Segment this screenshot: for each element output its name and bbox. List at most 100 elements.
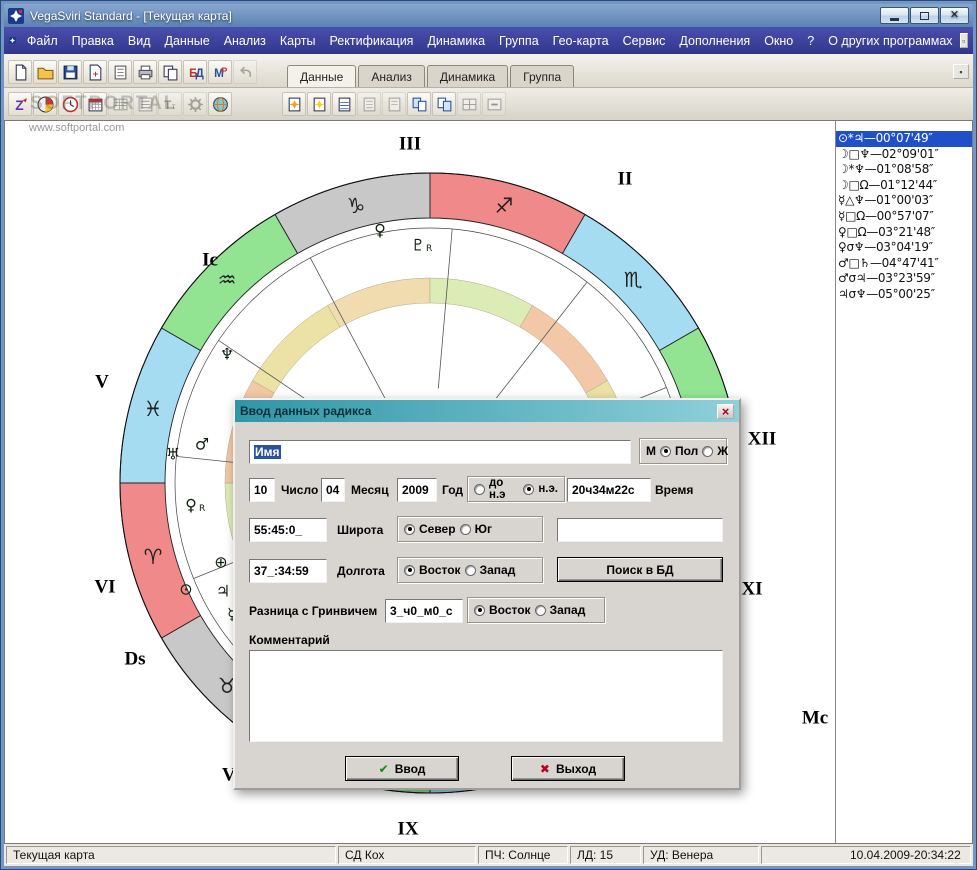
menu-item-1[interactable]: Правка <box>65 30 121 52</box>
menu-item-11[interactable]: Дополнения <box>672 30 757 52</box>
aspect-row-5[interactable]: ☿□Ω—00°57'07″ <box>836 209 972 225</box>
dialog-title-bar[interactable]: Ввод данных радикса × <box>235 400 739 422</box>
aspect-row-6[interactable]: ♀□Ω—03°21'48″ <box>836 225 972 241</box>
sheet-2-icon <box>388 97 400 111</box>
copy-pair-button[interactable] <box>407 92 431 116</box>
era-bc-radio[interactable] <box>474 483 485 495</box>
time-input[interactable]: 20ч34м22с <box>567 478 651 502</box>
svg-text:Z: Z <box>15 96 24 112</box>
table-button[interactable] <box>108 92 132 116</box>
toolbar-main: + БД МР Данные Анализ Динамика Группа ▪ <box>4 54 973 87</box>
settings-button[interactable] <box>183 92 207 116</box>
aspect-row-4[interactable]: ☿△♆—01°00'03″ <box>836 193 972 209</box>
radix-input-dialog: Ввод данных радикса × Имя М Пол Ж 10 Чис… <box>233 398 741 790</box>
map-button[interactable]: МР <box>208 60 232 84</box>
comment-textarea[interactable] <box>249 650 723 742</box>
ok-button[interactable]: ✔ Ввод <box>345 756 459 781</box>
dialog-body: Имя М Пол Ж 10 Число 04 Месяц 2009 Год д… <box>235 422 739 788</box>
menu-item-7[interactable]: Динамика <box>420 30 492 52</box>
database-letters-icon: БД <box>189 66 204 79</box>
copy-button[interactable] <box>158 60 182 84</box>
search-db-button[interactable]: Поиск в БД <box>557 557 723 582</box>
mdi-restore-button[interactable]: ▫ <box>959 33 968 48</box>
gmt-west-radio[interactable] <box>534 604 546 616</box>
calendar-button[interactable] <box>83 92 107 116</box>
maximize-icon <box>920 11 929 20</box>
collapse-button[interactable] <box>482 92 506 116</box>
menu-item-2[interactable]: Вид <box>121 30 158 52</box>
chart-star-2-button[interactable] <box>307 92 331 116</box>
menu-item-8[interactable]: Группа <box>492 30 546 52</box>
undo-button[interactable] <box>233 60 257 84</box>
maximize-button[interactable] <box>910 7 939 24</box>
longitude-input[interactable]: 37_:34:59 <box>249 559 327 583</box>
tab-2[interactable]: Динамика <box>426 65 509 87</box>
gmt-input[interactable]: 3_ч0_м0_с <box>385 599 463 623</box>
copy-pair-2-button[interactable] <box>432 92 456 116</box>
house-label-mc: Mc <box>802 708 828 729</box>
clock-button[interactable] <box>58 92 82 116</box>
year-input[interactable]: 2009 <box>397 478 437 502</box>
new-document-button[interactable] <box>8 60 32 84</box>
sheet-button[interactable] <box>357 92 381 116</box>
place-input[interactable] <box>557 518 723 542</box>
cancel-button[interactable]: ✖ Выход <box>511 756 625 781</box>
menu-item-12[interactable]: Окно <box>757 30 800 52</box>
aspect-row-9[interactable]: ♂σ♃—03°23'59″ <box>836 271 972 287</box>
south-radio[interactable] <box>459 523 471 535</box>
east-radio[interactable] <box>404 564 415 576</box>
menu-item-14[interactable]: О других программах <box>821 30 959 52</box>
menu-item-6[interactable]: Ректификация <box>323 30 421 52</box>
day-input[interactable]: 10 <box>249 478 275 502</box>
copy-icon <box>163 65 177 80</box>
zodiac-button[interactable]: Z <box>8 92 32 116</box>
menu-item-0[interactable]: Файл <box>20 30 65 52</box>
pie-chart-button[interactable] <box>33 92 57 116</box>
aspect-row-0[interactable]: ⊙*♃—00°07'49″ <box>836 131 972 147</box>
west-radio[interactable] <box>464 564 476 576</box>
latitude-input[interactable]: 55:45:0_ <box>249 518 327 542</box>
chart-grid-button[interactable] <box>332 92 356 116</box>
era-ad-radio[interactable] <box>523 483 535 495</box>
menu-item-13[interactable]: ? <box>800 30 821 52</box>
month-input[interactable]: 04 <box>321 478 345 502</box>
tab-3[interactable]: Группа <box>510 65 575 87</box>
aspect-row-7[interactable]: ♀σ♆—03°04'19″ <box>836 240 972 256</box>
list-button[interactable] <box>133 92 157 116</box>
menu-item-10[interactable]: Сервис <box>616 30 673 52</box>
cells-button[interactable] <box>457 92 481 116</box>
minimize-button[interactable] <box>880 7 909 24</box>
new-chart-button[interactable]: + <box>83 60 107 84</box>
print-button[interactable] <box>133 60 157 84</box>
chart-star-button[interactable] <box>282 92 306 116</box>
menu-item-4[interactable]: Анализ <box>217 30 273 52</box>
menu-item-3[interactable]: Данные <box>158 30 217 52</box>
open-file-button[interactable] <box>33 60 57 84</box>
globe-button[interactable] <box>208 92 232 116</box>
dialog-close-button[interactable]: × <box>717 403 734 419</box>
tab-1[interactable]: Анализ <box>358 65 425 87</box>
document-plus-icon: + <box>89 64 101 80</box>
notebook-button[interactable] <box>108 60 132 84</box>
aspect-row-1[interactable]: ☽□♆—02°09'01″ <box>836 147 972 163</box>
database-button[interactable]: БД <box>183 60 207 84</box>
north-radio[interactable] <box>404 523 415 535</box>
pie-chart-icon <box>37 96 53 112</box>
toolbar-mini-button[interactable]: ▪ <box>953 64 969 79</box>
male-radio[interactable] <box>660 445 671 457</box>
female-radio[interactable] <box>702 445 714 457</box>
aspect-row-8[interactable]: ♂□♄—04°47'41″ <box>836 256 972 272</box>
menu-item-9[interactable]: Гео-карта <box>546 30 616 52</box>
tab-0[interactable]: Данные <box>287 65 357 87</box>
close-button[interactable]: ✕ <box>940 7 969 24</box>
menu-item-5[interactable]: Карты <box>273 30 323 52</box>
aspect-row-10[interactable]: ♃σ♆—05°00'25″ <box>836 287 972 303</box>
aspect-row-3[interactable]: ☽□Ω—01°12'44″ <box>836 178 972 194</box>
save-button[interactable] <box>58 60 82 84</box>
font-button[interactable]: Тт <box>158 92 182 116</box>
gmt-east-radio[interactable] <box>474 604 485 616</box>
aspect-row-2[interactable]: ☽*♆—01°08'58″ <box>836 162 972 178</box>
svg-text:Т: Т <box>164 98 171 111</box>
name-input[interactable]: Имя <box>249 440 631 464</box>
sheet-2-button[interactable] <box>382 92 406 116</box>
